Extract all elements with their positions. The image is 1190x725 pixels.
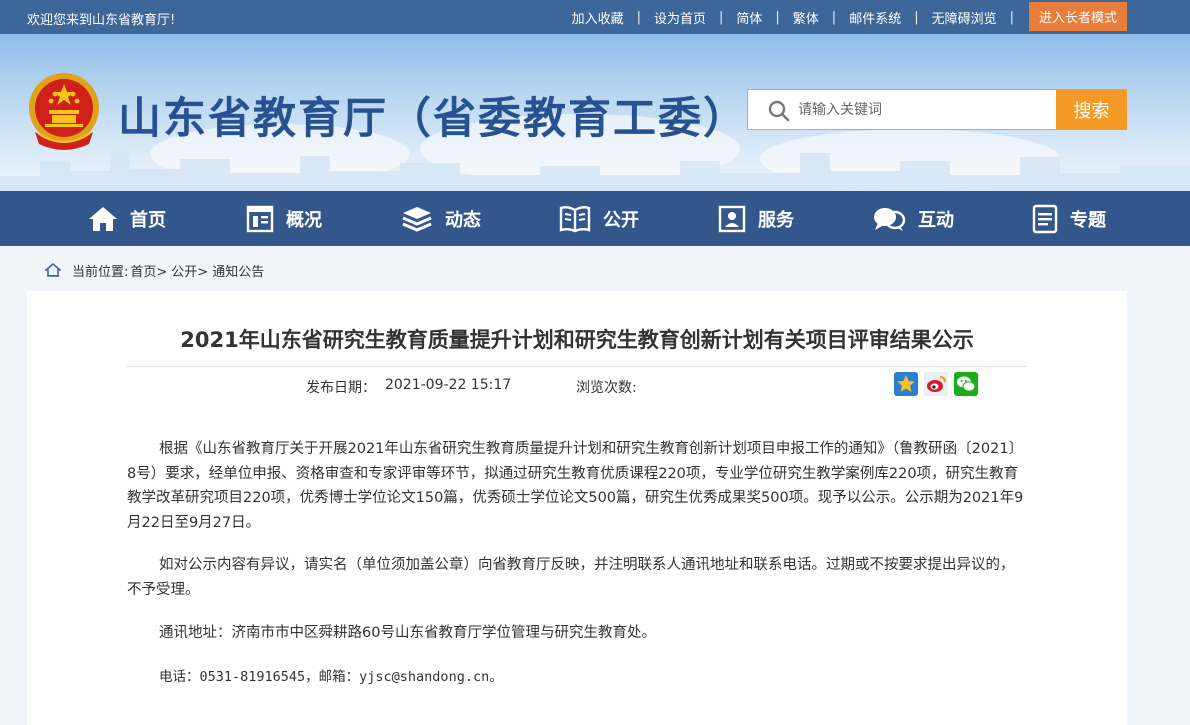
top-bar: 欢迎您来到山东省教育厅! 加入收藏 | 设为首页 | 简体 | 繁体 | 邮件系统 | 无… xyxy=(0,0,1190,34)
breadcrumb: 当前位置: 首页> 公开> 通知公告 xyxy=(45,260,264,280)
search-icon xyxy=(768,100,790,122)
nav-item-news[interactable]: 动态 xyxy=(401,191,481,246)
nav-label: 动态 xyxy=(445,209,481,231)
mail-system-link[interactable]: 邮件系统 xyxy=(836,8,914,27)
site-title: 山东省教育厅（省委教育工委） xyxy=(118,94,748,144)
divider: | xyxy=(1009,9,1014,25)
elder-mode-button[interactable]: 进入长者模式 xyxy=(1029,2,1127,31)
home-icon xyxy=(89,206,117,231)
stack-icon xyxy=(402,206,432,232)
article-panel: 2021年山东省研究生教育质量提升计划和研究生教育创新计划有关项目评审结果公示 … xyxy=(27,291,1127,725)
wechat-icon[interactable] xyxy=(954,372,978,396)
breadcrumb-prefix: 当前位置: xyxy=(72,264,129,280)
nav-item-interaction[interactable]: 互动 xyxy=(872,191,954,246)
national-emblem-icon xyxy=(29,73,99,150)
nav-item-overview[interactable]: 概况 xyxy=(246,191,322,246)
nav-item-topics[interactable]: 专题 xyxy=(1032,191,1106,246)
set-homepage-link[interactable]: 设为首页 xyxy=(641,8,719,27)
publish-date-value: 2021-09-22 15:17 xyxy=(385,377,512,393)
welcome-text: 欢迎您来到山东省教育厅! xyxy=(27,13,176,28)
search-bar: 搜索 xyxy=(747,89,1127,130)
main-nav: 首页 概况 动态 公开 服务 互动 专题 xyxy=(0,191,1190,246)
paragraph: 根据《山东省教育厅关于开展2021年山东省研究生教育质量提升计划和研究生教育创新… xyxy=(127,441,1024,531)
service-icon xyxy=(718,205,746,232)
nav-label: 专题 xyxy=(1070,209,1106,231)
search-box xyxy=(747,89,1057,130)
simplified-link[interactable]: 简体 xyxy=(723,8,775,27)
nav-label: 服务 xyxy=(758,209,794,231)
overview-icon xyxy=(246,205,274,232)
breadcrumb-public[interactable]: 公开> xyxy=(171,261,208,280)
nav-label: 公开 xyxy=(603,209,639,231)
search-input[interactable] xyxy=(798,90,1048,129)
paragraph: 如对公示内容有异议，请实名（单位须加盖公章）向省教育厅反映，并注明联系人通讯地址… xyxy=(127,557,1015,598)
search-button[interactable]: 搜索 xyxy=(1056,89,1127,130)
book-icon xyxy=(559,205,591,232)
view-count-label: 浏览次数: xyxy=(576,380,637,396)
document-icon xyxy=(1032,204,1058,233)
home-icon xyxy=(45,263,61,277)
article-title: 2021年山东省研究生教育质量提升计划和研究生教育创新计划有关项目评审结果公示 xyxy=(180,328,974,352)
accessibility-link[interactable]: 无障碍浏览 xyxy=(919,8,1010,27)
divider xyxy=(127,366,1027,367)
top-links: 加入收藏 | 设为首页 | 简体 | 繁体 | 邮件系统 | 无障碍浏览 | xyxy=(559,0,1014,34)
paragraph: 电话：0531-81916545，邮箱：yjsc@shandong.cn。 xyxy=(159,669,503,685)
traditional-link[interactable]: 繁体 xyxy=(780,8,832,27)
breadcrumb-home[interactable]: 首页> xyxy=(130,261,167,280)
publish-date-label: 发布日期： xyxy=(306,380,376,396)
chat-icon xyxy=(874,207,906,231)
nav-item-service[interactable]: 服务 xyxy=(718,191,794,246)
header-banner: 山东省教育厅（省委教育工委） 搜索 xyxy=(0,34,1190,191)
weibo-icon[interactable] xyxy=(924,372,948,396)
favorite-icon[interactable] xyxy=(894,372,918,396)
nav-label: 互动 xyxy=(918,209,954,231)
nav-label: 概况 xyxy=(286,209,322,231)
nav-item-home[interactable]: 首页 xyxy=(88,191,166,246)
add-favorite-link[interactable]: 加入收藏 xyxy=(559,8,637,27)
nav-label: 首页 xyxy=(130,209,166,231)
breadcrumb-notices[interactable]: 通知公告 xyxy=(212,261,264,280)
nav-item-public[interactable]: 公开 xyxy=(559,191,639,246)
paragraph: 通讯地址：济南市市中区舜耕路60号山东省教育厅学位管理与研究生教育处。 xyxy=(159,625,656,641)
